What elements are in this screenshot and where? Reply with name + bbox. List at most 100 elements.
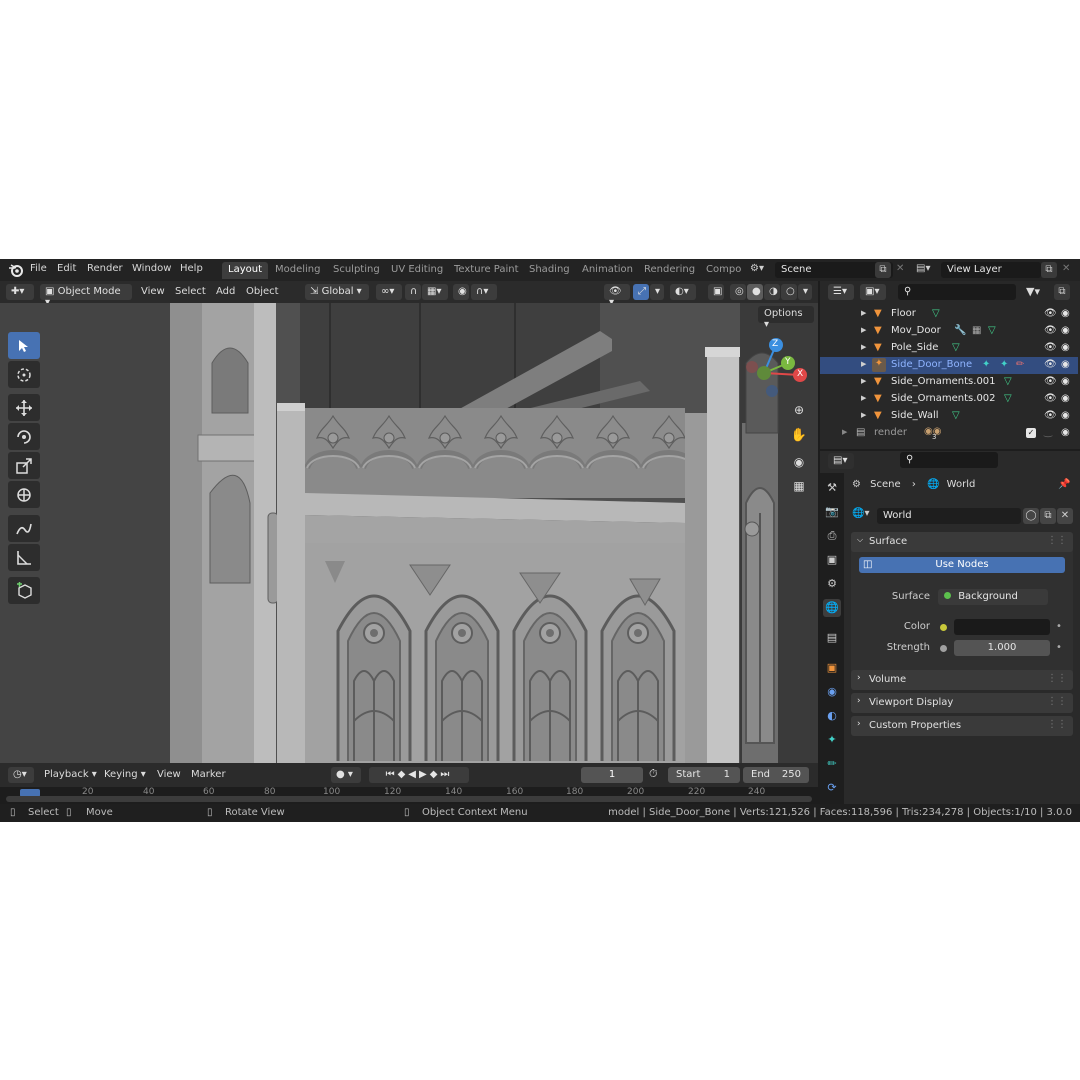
drag-handle-icon[interactable]: ⋮⋮ bbox=[1047, 696, 1067, 707]
menu-help[interactable]: Help bbox=[180, 263, 203, 274]
render-camera-icon[interactable]: ◉ bbox=[1061, 342, 1070, 353]
pan-hand-icon[interactable]: ✋ bbox=[789, 428, 809, 448]
row-name[interactable]: Side_Wall bbox=[891, 410, 939, 421]
eye-icon[interactable]: 👁 bbox=[1044, 359, 1057, 370]
timeline-menu-playback[interactable]: Playback ▾ bbox=[44, 769, 97, 780]
timeline-menu-view[interactable]: View bbox=[157, 769, 181, 780]
zoom-icon[interactable]: ⊕ bbox=[789, 403, 809, 423]
move-tool[interactable] bbox=[8, 394, 40, 421]
eye-icon[interactable]: 👁 bbox=[1044, 342, 1057, 353]
drag-handle-icon[interactable]: ⋮⋮ bbox=[1047, 719, 1067, 730]
wireframe-shading-icon[interactable]: ◎ bbox=[730, 284, 746, 300]
filter-icon[interactable]: ▼▾ bbox=[1026, 285, 1040, 298]
keyframe-dot-icon[interactable]: • bbox=[1056, 642, 1062, 653]
jump-start-icon[interactable]: ⏮ bbox=[386, 769, 398, 780]
stopwatch-icon[interactable]: ⏱ bbox=[649, 767, 665, 783]
list-item[interactable]: ▶ ▼ Floor ▽ 👁 ◉ bbox=[820, 306, 1078, 323]
collection-tab-icon[interactable]: ▤ bbox=[823, 629, 841, 647]
display-mode-icon[interactable]: ▣▾ bbox=[860, 284, 886, 300]
jump-end-icon[interactable]: ⏭ bbox=[440, 769, 452, 780]
blender-logo-icon[interactable] bbox=[8, 262, 24, 278]
xray-icon[interactable]: ▣ bbox=[708, 284, 724, 300]
eye-icon[interactable]: 👁 bbox=[1044, 376, 1057, 387]
outliner-editor-icon[interactable]: ☰▾ bbox=[828, 284, 854, 300]
list-item[interactable]: ▶ ▼ Side_Wall ▽ 👁 ◉ bbox=[820, 408, 1078, 425]
expand-arrow-icon[interactable]: ▶ bbox=[861, 394, 866, 402]
world-name-field[interactable]: World bbox=[877, 508, 1021, 524]
scale-tool[interactable] bbox=[8, 452, 40, 479]
row-name[interactable]: Side_Ornaments.002 bbox=[891, 393, 996, 404]
row-name[interactable]: Side_Ornaments.001 bbox=[891, 376, 996, 387]
physics-tab-icon[interactable]: ◉ bbox=[823, 683, 841, 701]
list-item-selected[interactable]: ▶ ✦ Side_Door_Bone ✦ ✦ ✏ 👁 ◉ bbox=[820, 357, 1078, 374]
new-scene-icon[interactable]: ⧉ bbox=[875, 262, 891, 278]
constraints-tab-icon[interactable]: ◐ bbox=[823, 707, 841, 725]
output-tab-icon[interactable]: ⎙ bbox=[823, 527, 841, 545]
render-camera-icon[interactable]: ◉ bbox=[1061, 410, 1070, 421]
menu-file[interactable]: File bbox=[30, 263, 47, 274]
menu-edit[interactable]: Edit bbox=[57, 263, 76, 274]
object-data-tab-icon[interactable]: ✦ bbox=[823, 731, 841, 749]
viewport-menu-view[interactable]: View bbox=[141, 286, 165, 297]
row-name[interactable]: render bbox=[874, 427, 907, 438]
tab-animation[interactable]: Animation bbox=[576, 262, 639, 279]
render-camera-icon[interactable]: ◉ bbox=[1061, 393, 1070, 404]
mode-dropdown[interactable]: ▣ Object Mode ▾ bbox=[40, 284, 132, 308]
solid-shading-icon[interactable]: ● bbox=[747, 284, 763, 300]
render-camera-icon[interactable]: ◉ bbox=[1061, 325, 1070, 336]
timeline-scrollbar[interactable] bbox=[6, 796, 812, 802]
collection-checkbox[interactable]: ✓ bbox=[1026, 428, 1036, 438]
visibility-icon[interactable]: 👁▾ bbox=[604, 284, 630, 308]
play-icon[interactable]: ▶ bbox=[419, 769, 430, 780]
properties-search-input[interactable]: ⚲ bbox=[900, 452, 998, 468]
color-socket-icon[interactable] bbox=[940, 623, 947, 634]
scene-tab-icon[interactable]: ⚙ bbox=[823, 575, 841, 593]
pin-icon[interactable]: 📌 bbox=[1058, 479, 1070, 490]
view-layer-field[interactable]: View Layer bbox=[941, 262, 1041, 278]
render-camera-icon[interactable]: ◉ bbox=[1061, 359, 1070, 370]
render-camera-icon[interactable]: ◉ bbox=[1061, 376, 1070, 387]
surface-panel-header[interactable]: ⌵ Surface ⋮⋮ bbox=[851, 532, 1073, 552]
viewport-display-panel-header[interactable]: › Viewport Display ⋮⋮ bbox=[851, 693, 1073, 713]
cursor-tool[interactable] bbox=[8, 361, 40, 388]
strength-socket-icon[interactable] bbox=[940, 644, 947, 655]
snap-target-icon[interactable]: ▦▾ bbox=[422, 284, 448, 300]
expand-arrow-icon[interactable]: ▶ bbox=[861, 309, 866, 317]
list-item[interactable]: ▶ ▼ Side_Ornaments.002 ▽ 👁 ◉ bbox=[820, 391, 1078, 408]
prev-keyframe-icon[interactable]: ◆ bbox=[398, 769, 409, 780]
tab-layout[interactable]: Layout bbox=[222, 262, 268, 279]
transform-tool[interactable] bbox=[8, 481, 40, 508]
eye-icon[interactable]: 👁 bbox=[1044, 410, 1057, 421]
breadcrumb-world[interactable]: World bbox=[947, 479, 976, 490]
eye-icon[interactable]: 👁 bbox=[1044, 308, 1057, 319]
timeline-ruler[interactable]: 20 40 60 80 100 120 140 160 180 200 220 … bbox=[0, 787, 818, 804]
3d-viewport[interactable]: Options ▾ Z Y X ⊕ ✋ ◉ ▦ bbox=[0, 303, 818, 763]
add-cube-tool[interactable] bbox=[8, 577, 40, 604]
list-item-collection[interactable]: ▶ ▤ render ◉◉ 3 ✓ ‿ ◉ bbox=[820, 425, 1078, 442]
object-tab-icon[interactable]: ▣ bbox=[823, 659, 841, 677]
gizmo-dropdown-icon[interactable]: ▾ bbox=[650, 284, 664, 300]
rendered-shading-icon[interactable]: ○ bbox=[781, 284, 797, 300]
new-view-layer-icon[interactable]: ⧉ bbox=[1041, 262, 1057, 278]
eye-icon[interactable]: 👁 bbox=[1044, 393, 1057, 404]
play-reverse-icon[interactable]: ◀ bbox=[408, 769, 419, 780]
outliner-search-input[interactable]: ⚲ bbox=[898, 284, 1016, 300]
transform-orientation-dropdown[interactable]: ⇲ Global ▾ bbox=[305, 284, 369, 300]
render-camera-icon[interactable]: ◉ bbox=[1061, 308, 1070, 319]
view-layer-tab-icon[interactable]: ▣ bbox=[823, 551, 841, 569]
tab-sculpting[interactable]: Sculpting bbox=[327, 262, 386, 279]
tab-shading[interactable]: Shading bbox=[523, 262, 576, 279]
row-name[interactable]: Pole_Side bbox=[891, 342, 938, 353]
tab-uv-editing[interactable]: UV Editing bbox=[385, 262, 449, 279]
options-button[interactable]: Options ▾ bbox=[758, 306, 814, 330]
current-frame-field[interactable]: 1 bbox=[581, 767, 643, 783]
timeline-menu-marker[interactable]: Marker bbox=[191, 769, 226, 780]
custom-properties-panel-header[interactable]: › Custom Properties ⋮⋮ bbox=[851, 716, 1073, 736]
select-box-tool[interactable] bbox=[8, 332, 40, 359]
snap-icon[interactable]: ∩ bbox=[405, 284, 421, 300]
bone-constraint-tab-icon[interactable]: ⟳ bbox=[823, 779, 841, 797]
bone-tab-icon[interactable]: ✏ bbox=[823, 755, 841, 773]
fake-user-shield-icon[interactable]: ◯ bbox=[1023, 508, 1039, 524]
expand-arrow-icon[interactable]: ▶ bbox=[861, 360, 866, 368]
proportional-edit-icon[interactable]: ◉ bbox=[453, 284, 469, 300]
